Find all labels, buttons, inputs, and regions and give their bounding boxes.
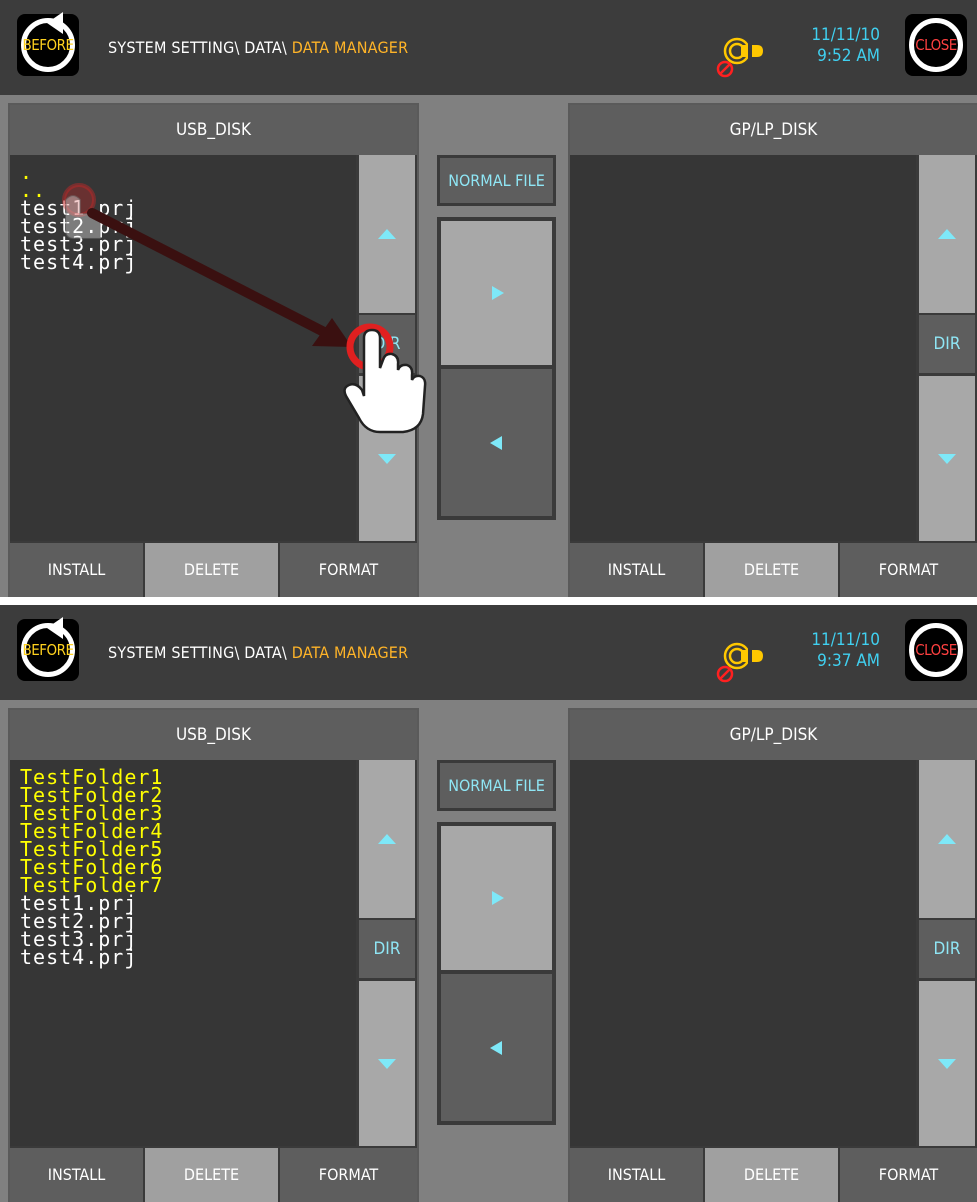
dir-button[interactable]: DIR (919, 920, 975, 978)
scroll-down-button[interactable] (919, 981, 975, 1146)
triangle-left-icon (489, 1040, 502, 1055)
data-manager-screen-1: BEFORE SYSTEM SETTING\ DATA\ DATA MANAGE… (0, 0, 977, 597)
date-text: 11/11/10 (811, 25, 880, 45)
dir-button[interactable]: DIR (919, 315, 975, 373)
breadcrumb-path: SYSTEM SETTING\ DATA\ (108, 643, 292, 662)
install-button[interactable]: INSTALL (10, 1148, 143, 1202)
delete-button[interactable]: DELETE (145, 543, 278, 597)
file-list-item[interactable]: test4.prj (20, 947, 163, 967)
top-bar: BEFORE SYSTEM SETTING\ DATA\ DATA MANAGE… (0, 0, 977, 95)
breadcrumb: SYSTEM SETTING\ DATA\ DATA MANAGER (108, 643, 408, 662)
scroll-up-button[interactable] (359, 760, 415, 918)
gp-lp-disk-title: GP/LP_DISK (570, 105, 977, 155)
format-button[interactable]: FORMAT (840, 543, 977, 597)
triangle-left-icon (489, 435, 502, 450)
usb-file-list[interactable]: ... test1.prj test2.prj test3.prj test4.prj (10, 155, 356, 541)
triangle-down-icon (938, 1058, 956, 1069)
close-label: CLOSE (915, 36, 957, 54)
copy-to-right-button[interactable] (441, 221, 552, 365)
normal-file-button[interactable]: NORMAL FILE (437, 760, 556, 811)
datetime: 11/11/10 9:52 AM (780, 25, 880, 67)
usb-actions: INSTALL DELETE FORMAT (10, 1148, 417, 1202)
scroll-down-button[interactable] (359, 981, 415, 1146)
normal-file-label: NORMAL FILE (440, 158, 553, 203)
usb-scrollbar: DIR (356, 760, 417, 1146)
transfer-controls (437, 822, 556, 1125)
time-text: 9:37 AM (817, 651, 880, 671)
gp-lp-disk-panel: GP/LP_DISK DIR INSTALL DELETE FORMAT (568, 708, 977, 1202)
usb-file-list[interactable]: TestFolder1 TestFolder2 TestFolder3 TestFol… (10, 760, 356, 1146)
format-button[interactable]: FORMAT (280, 543, 417, 597)
triangle-down-icon (378, 1058, 396, 1069)
triangle-up-icon (378, 229, 396, 239)
triangle-down-icon (938, 453, 956, 464)
gp-file-list[interactable] (570, 760, 916, 1146)
usb-disk-panel: USB_DISK ... test1.prj test2.prj test3.prj t… (8, 103, 419, 597)
gp-actions: INSTALL DELETE FORMAT (570, 543, 977, 597)
gp-scrollbar: DIR (916, 760, 977, 1146)
gp-lp-disk-panel: GP/LP_DISK DIR INSTALL DELETE FORMAT (568, 103, 977, 597)
gp-actions: INSTALL DELETE FORMAT (570, 1148, 977, 1202)
usb-disk-panel: USB_DISK TestFolder1 TestFolder2 TestFolde… (8, 708, 419, 1202)
close-label: CLOSE (915, 641, 957, 659)
datetime: 11/11/10 9:37 AM (780, 630, 880, 672)
usb-disk-title: USB_DISK (10, 105, 417, 155)
scroll-up-button[interactable] (919, 155, 975, 313)
breadcrumb-path: SYSTEM SETTING\ DATA\ (108, 38, 292, 57)
triangle-right-icon (491, 286, 504, 300)
delete-button[interactable]: DELETE (705, 1148, 838, 1202)
transfer-controls (437, 217, 556, 520)
gp-scrollbar: DIR (916, 155, 977, 541)
before-button[interactable]: BEFORE (17, 617, 79, 681)
delete-button[interactable]: DELETE (145, 1148, 278, 1202)
scroll-down-button[interactable] (919, 376, 975, 541)
gp-lp-disk-title: GP/LP_DISK (570, 710, 977, 760)
usb-actions: INSTALL DELETE FORMAT (10, 543, 417, 597)
copy-to-left-button[interactable] (441, 369, 552, 516)
usb-scrollbar: DIR (356, 155, 417, 541)
delete-button[interactable]: DELETE (705, 543, 838, 597)
time-text: 9:52 AM (817, 46, 880, 66)
copy-to-right-button[interactable] (441, 826, 552, 970)
normal-file-button[interactable]: NORMAL FILE (437, 155, 556, 206)
triangle-down-icon (378, 453, 396, 464)
scroll-up-button[interactable] (919, 760, 975, 918)
usb-disk-title: USB_DISK (10, 710, 417, 760)
before-button[interactable]: BEFORE (17, 12, 79, 76)
before-label: BEFORE (22, 641, 74, 659)
before-label: BEFORE (22, 36, 74, 54)
network-disconnected-icon (715, 638, 775, 686)
format-button[interactable]: FORMAT (280, 1148, 417, 1202)
format-button[interactable]: FORMAT (840, 1148, 977, 1202)
scroll-down-button[interactable] (359, 376, 415, 541)
triangle-right-icon (491, 891, 504, 905)
date-text: 11/11/10 (811, 630, 880, 650)
triangle-up-icon (938, 834, 956, 844)
install-button[interactable]: INSTALL (570, 543, 703, 597)
network-disconnected-icon (715, 33, 775, 81)
gp-file-list[interactable] (570, 155, 916, 541)
breadcrumb: SYSTEM SETTING\ DATA\ DATA MANAGER (108, 38, 408, 57)
breadcrumb-current: DATA MANAGER (291, 38, 409, 57)
close-button[interactable]: CLOSE (905, 14, 967, 76)
install-button[interactable]: INSTALL (570, 1148, 703, 1202)
copy-to-left-button[interactable] (441, 974, 552, 1121)
scroll-up-button[interactable] (359, 155, 415, 313)
top-bar: BEFORE SYSTEM SETTING\ DATA\ DATA MANAGE… (0, 605, 977, 700)
breadcrumb-current: DATA MANAGER (291, 643, 409, 662)
close-button[interactable]: CLOSE (905, 619, 967, 681)
triangle-up-icon (378, 834, 396, 844)
file-list-item[interactable]: test4.prj (20, 252, 137, 272)
data-manager-screen-2: BEFORE SYSTEM SETTING\ DATA\ DATA MANAGE… (0, 605, 977, 1202)
install-button[interactable]: INSTALL (10, 543, 143, 597)
dir-button[interactable]: DIR (359, 920, 415, 978)
triangle-up-icon (938, 229, 956, 239)
dir-button[interactable]: DIR (359, 315, 415, 373)
normal-file-label: NORMAL FILE (440, 763, 553, 808)
